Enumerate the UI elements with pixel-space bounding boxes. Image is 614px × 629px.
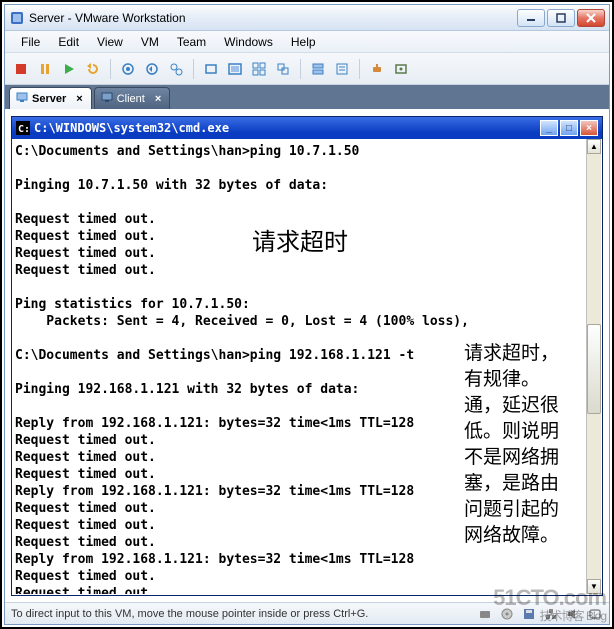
- toolbar-separator: [193, 59, 194, 79]
- tab-close-icon[interactable]: ×: [76, 93, 82, 105]
- tab-client[interactable]: Client ×: [94, 87, 171, 109]
- toolbar: [5, 53, 609, 85]
- sound-icon[interactable]: [565, 606, 581, 622]
- disk-icon[interactable]: [477, 606, 493, 622]
- cmd-titlebar: C: C:\WINDOWS\system32\cmd.exe _ □ ×: [12, 117, 602, 139]
- statusbar: To direct input to this VM, move the mou…: [5, 602, 609, 624]
- menu-file[interactable]: File: [13, 33, 48, 51]
- connect-device-icon[interactable]: [367, 59, 387, 79]
- app-icon: [9, 10, 25, 26]
- power-off-icon[interactable]: [11, 59, 31, 79]
- window-title: Server - VMware Workstation: [29, 11, 517, 25]
- cmd-scrollbar[interactable]: ▲ ▼: [586, 139, 601, 594]
- scroll-thumb[interactable]: [587, 324, 601, 414]
- cmd-close-button[interactable]: ×: [580, 120, 598, 136]
- cdrom-icon[interactable]: [499, 606, 515, 622]
- scroll-down-icon[interactable]: ▼: [587, 579, 601, 594]
- tabstrip: Server × Client ×: [5, 85, 609, 109]
- grab-input-icon[interactable]: [587, 606, 603, 622]
- snapshot-revert-icon[interactable]: [142, 59, 162, 79]
- menu-edit[interactable]: Edit: [50, 33, 87, 51]
- menu-windows[interactable]: Windows: [216, 33, 281, 51]
- close-button[interactable]: [577, 9, 605, 27]
- scroll-up-icon[interactable]: ▲: [587, 139, 601, 154]
- unity-icon[interactable]: [273, 59, 293, 79]
- cmd-maximize-button[interactable]: □: [560, 120, 578, 136]
- summary-icon[interactable]: [332, 59, 352, 79]
- tab-label: Server: [32, 93, 66, 105]
- cmd-icon: C:: [16, 121, 30, 135]
- status-icons: [477, 606, 603, 622]
- pause-icon[interactable]: [35, 59, 55, 79]
- menu-help[interactable]: Help: [283, 33, 324, 51]
- cmd-title: C:\WINDOWS\system32\cmd.exe: [34, 121, 540, 135]
- fullscreen-icon[interactable]: [225, 59, 245, 79]
- status-text: To direct input to this VM, move the mou…: [11, 608, 477, 620]
- menu-vm[interactable]: VM: [133, 33, 167, 51]
- reset-icon[interactable]: [83, 59, 103, 79]
- toolbar-separator: [300, 59, 301, 79]
- tab-label: Client: [117, 93, 145, 105]
- tab-server[interactable]: Server ×: [9, 87, 92, 109]
- maximize-button[interactable]: [547, 9, 575, 27]
- svg-text:C:: C:: [18, 124, 30, 135]
- tab-close-icon[interactable]: ×: [155, 93, 161, 105]
- toolbar-separator: [359, 59, 360, 79]
- monitor-icon: [16, 91, 28, 106]
- scroll-track[interactable]: [587, 154, 601, 579]
- settings-icon[interactable]: [391, 59, 411, 79]
- titlebar: Server - VMware Workstation: [5, 5, 609, 31]
- annotation-timeout: 请求超时: [252, 222, 348, 257]
- menu-team[interactable]: Team: [169, 33, 214, 51]
- menu-view[interactable]: View: [89, 33, 131, 51]
- menubar: File Edit View VM Team Windows Help: [5, 31, 609, 53]
- snapshot-manage-icon[interactable]: [166, 59, 186, 79]
- monitor-icon: [101, 91, 113, 106]
- annotation-explanation: 请求超时，有规律。 通，延迟很低。则说明不是网络拥塞，是路由问题引起的网络故障。: [464, 341, 574, 549]
- minimize-button[interactable]: [517, 9, 545, 27]
- toolbar-separator: [110, 59, 111, 79]
- show-console-icon[interactable]: [201, 59, 221, 79]
- quick-switch-icon[interactable]: [249, 59, 269, 79]
- network-icon[interactable]: [543, 606, 559, 622]
- inventory-icon[interactable]: [308, 59, 328, 79]
- floppy-icon[interactable]: [521, 606, 537, 622]
- cmd-minimize-button[interactable]: _: [540, 120, 558, 136]
- snapshot-take-icon[interactable]: [118, 59, 138, 79]
- play-icon[interactable]: [59, 59, 79, 79]
